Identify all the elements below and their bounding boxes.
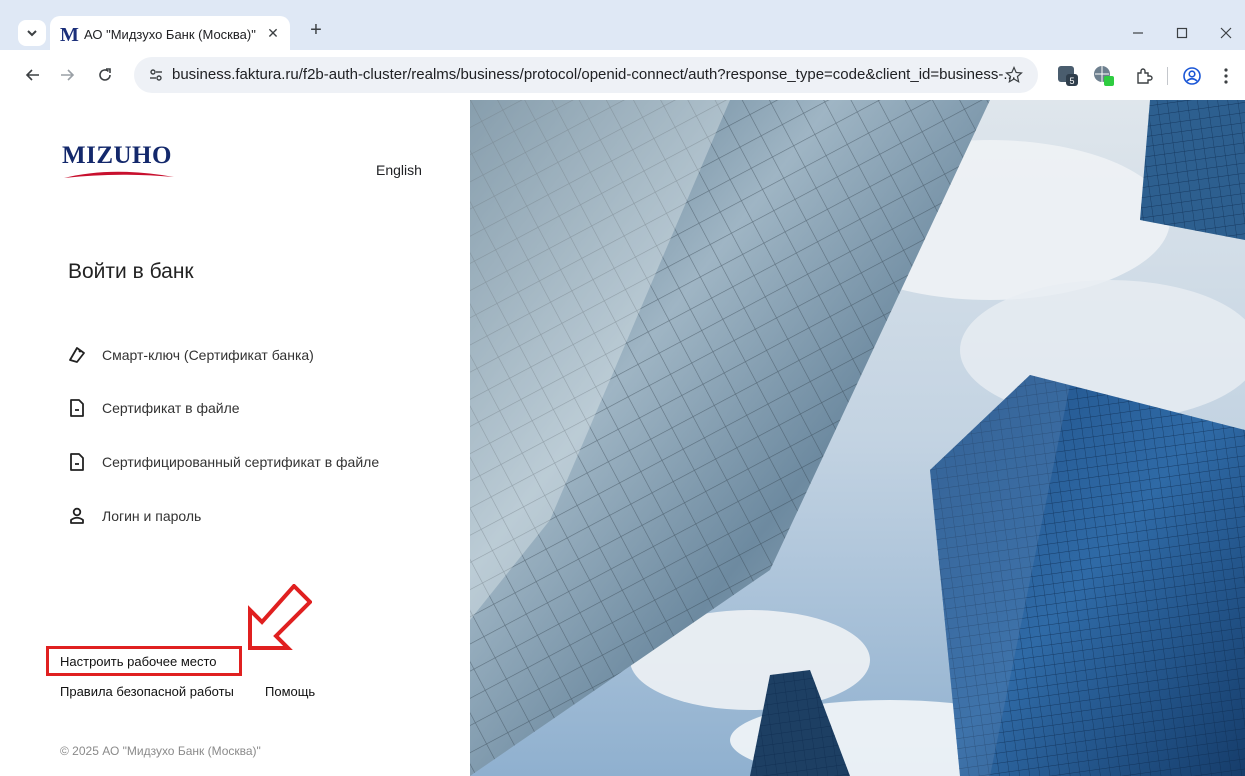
extensions-button[interactable]: [1132, 64, 1156, 88]
new-tab-button[interactable]: +: [304, 18, 328, 42]
extension-globe-button[interactable]: [1092, 64, 1116, 88]
chevron-down-icon: [27, 30, 37, 37]
login-method-file-certificate[interactable]: Сертификат в файле: [66, 395, 240, 421]
profile-button[interactable]: [1180, 64, 1204, 88]
forward-arrow-icon: [61, 69, 75, 81]
file-certificate-icon: [66, 397, 88, 419]
reload-button[interactable]: [94, 64, 116, 86]
maximize-button[interactable]: [1162, 20, 1202, 46]
security-rules-link[interactable]: Правила безопасной работы: [60, 684, 234, 699]
page-title: Войти в банк: [68, 260, 194, 283]
mizuho-logo[interactable]: MIZUHO: [62, 142, 177, 182]
close-window-button[interactable]: [1206, 20, 1245, 46]
tab-favicon-icon: M: [60, 24, 79, 46]
smart-key-icon: [66, 344, 88, 366]
forward-button[interactable]: [56, 64, 78, 86]
reload-icon: [99, 68, 111, 81]
login-method-smart-key[interactable]: Смарт-ключ (Сертификат банка): [66, 342, 314, 368]
close-tab-button[interactable]: ✕: [264, 24, 282, 42]
address-bar[interactable]: business.faktura.ru/f2b-auth-cluster/rea…: [134, 57, 1038, 93]
bookmark-button[interactable]: [1002, 63, 1026, 87]
red-arrow-annotation-icon: [248, 584, 312, 650]
user-icon: [66, 505, 88, 527]
logo-text: MIZUHO: [62, 142, 172, 169]
more-vert-icon: [1224, 68, 1228, 84]
back-button[interactable]: [22, 64, 44, 86]
site-info-button[interactable]: [144, 63, 168, 87]
browser-toolbar: business.faktura.ru/f2b-auth-cluster/rea…: [0, 50, 1245, 101]
url-text[interactable]: business.faktura.ru/f2b-auth-cluster/rea…: [172, 66, 1016, 83]
extension-s-button[interactable]: 5: [1056, 64, 1080, 88]
close-icon: [1220, 27, 1232, 39]
file-certificate-icon: [66, 451, 88, 473]
menu-button[interactable]: [1214, 64, 1238, 88]
help-link[interactable]: Помощь: [265, 684, 315, 699]
tune-icon: [150, 69, 162, 81]
copyright-text: © 2025 АО "Мидзухо Банк (Москва)": [60, 744, 261, 758]
back-arrow-icon: [25, 69, 39, 81]
language-switch[interactable]: English: [376, 162, 422, 178]
login-method-login-password[interactable]: Логин и пароль: [66, 503, 201, 529]
extension-badge: 5: [1069, 76, 1074, 86]
minimize-icon: [1133, 32, 1143, 34]
login-method-label: Логин и пароль: [102, 508, 202, 524]
setup-workplace-link[interactable]: Настроить рабочее место: [60, 654, 217, 669]
page: MIZUHO English Войти в банк Смарт-ключ (…: [0, 100, 1245, 776]
login-method-label: Сертификат в файле: [102, 400, 240, 416]
login-panel: MIZUHO English Войти в банк Смарт-ключ (…: [0, 100, 470, 776]
login-method-label: Смарт-ключ (Сертификат банка): [102, 347, 314, 363]
maximize-icon: [1176, 27, 1188, 39]
profile-icon: [1183, 67, 1201, 85]
login-method-label: Сертифицированный сертификат в файле: [102, 454, 380, 470]
toolbar-divider: [1167, 67, 1168, 85]
star-icon: [1005, 66, 1023, 83]
puzzle-icon: [1137, 68, 1153, 84]
tab-search-button[interactable]: [18, 20, 46, 46]
minimize-button[interactable]: [1118, 20, 1158, 46]
tab-title: АО "Мидзухо Банк (Москва)": [84, 27, 256, 42]
hero-skyscrapers-image: [470, 100, 1245, 776]
logo-swoosh-icon: [64, 171, 174, 178]
extension-globe-icon: [1094, 66, 1114, 86]
login-method-certified-file-certificate[interactable]: Сертифицированный сертификат в файле: [66, 449, 379, 475]
extension-s-icon: 5: [1058, 66, 1078, 86]
